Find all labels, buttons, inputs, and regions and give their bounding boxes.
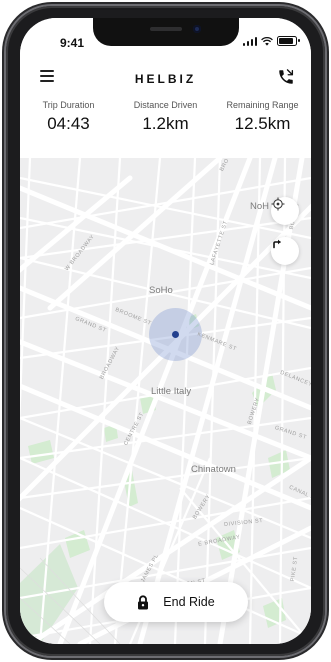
stat-remaining-range: Remaining Range 12.5km	[214, 96, 310, 158]
brand-logo: HELBIZ	[134, 72, 197, 86]
notch	[93, 18, 239, 46]
directions-icon	[273, 239, 281, 249]
map-view[interactable]: SoHo Little Italy Chinatown NoH W BROADW…	[20, 158, 311, 644]
stat-label: Distance Driven	[133, 100, 198, 110]
map-label-soho: SoHo	[149, 285, 173, 296]
phone-device: 9:41 HELBIZ Trip Duration 04:43 Distance…	[0, 0, 331, 662]
status-bar: 9:41	[20, 18, 311, 60]
map-label-little-italy: Little Italy	[151, 386, 192, 397]
app-header: HELBIZ	[20, 60, 311, 96]
locate-icon	[271, 197, 285, 211]
stat-value: 1.2km	[142, 114, 189, 133]
status-time: 9:41	[60, 36, 85, 50]
stat-distance-driven: Distance Driven 1.2km	[117, 96, 213, 158]
phone-icon[interactable]	[277, 68, 295, 86]
signal-icon	[242, 37, 257, 46]
directions-button[interactable]	[271, 237, 299, 265]
map-label-noho: NoH	[250, 201, 270, 212]
map-streets	[20, 158, 311, 644]
stat-value: 12.5km	[234, 114, 291, 133]
battery-icon	[277, 36, 300, 46]
stat-trip-duration: Trip Duration 04:43	[20, 96, 116, 158]
status-icons	[242, 36, 300, 46]
locate-button[interactable]	[271, 197, 299, 225]
stat-label: Remaining Range	[226, 100, 299, 110]
lock-icon	[138, 594, 149, 609]
phone-screen: 9:41 HELBIZ Trip Duration 04:43 Distance…	[20, 18, 311, 644]
end-ride-label: End Ride	[163, 595, 215, 609]
end-ride-button[interactable]: End Ride	[104, 582, 248, 622]
wifi-icon	[261, 37, 273, 46]
trip-stats: Trip Duration 04:43 Distance Driven 1.2k…	[20, 96, 311, 158]
current-location-dot	[172, 331, 179, 338]
map-label-chinatown: Chinatown	[191, 464, 236, 475]
speaker-grille	[150, 27, 182, 31]
front-camera	[193, 25, 201, 33]
stat-value: 04:43	[47, 114, 90, 133]
stat-label: Trip Duration	[42, 100, 95, 110]
